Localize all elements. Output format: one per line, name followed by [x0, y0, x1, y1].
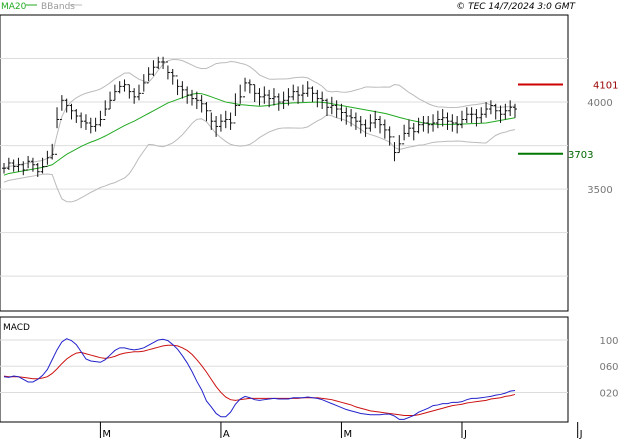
ma20-legend-label: MA20	[1, 2, 27, 12]
macd-panel-label: MACD	[3, 323, 30, 333]
copyright-label: © TEC 14/7/2024 3:0 GMT	[456, 2, 576, 12]
price-axis: 4000 3500	[587, 98, 612, 196]
stock-chart: 4101 3703 4000 3500 100 060 020 M A M J J MA20 B…	[0, 0, 627, 440]
bbands-legend-label: BBands	[41, 2, 75, 12]
time-tick-label: J	[579, 429, 583, 440]
price-panel	[0, 14, 569, 312]
price-tick-label: 3500	[587, 185, 612, 196]
support-label: 3703	[568, 150, 593, 161]
time-tick-label: M	[343, 429, 352, 440]
chart-svg: 4101 3703 4000 3500 100 060 020 M A M J J MA20 B…	[0, 2, 619, 440]
macd-tick-label: 020	[599, 388, 618, 399]
time-tick-label: A	[223, 429, 230, 440]
macd-panel	[0, 316, 569, 423]
time-tick-label: J	[463, 429, 467, 440]
macd-tick-label: 100	[599, 336, 618, 347]
price-tick-label: 4000	[587, 98, 612, 109]
time-axis: MAMJJ	[0, 421, 583, 440]
macd-axis: 100 060 020	[599, 336, 618, 400]
time-tick-label: M	[102, 429, 111, 440]
resistance-label: 4101	[593, 80, 618, 91]
macd-tick-label: 060	[599, 362, 618, 373]
